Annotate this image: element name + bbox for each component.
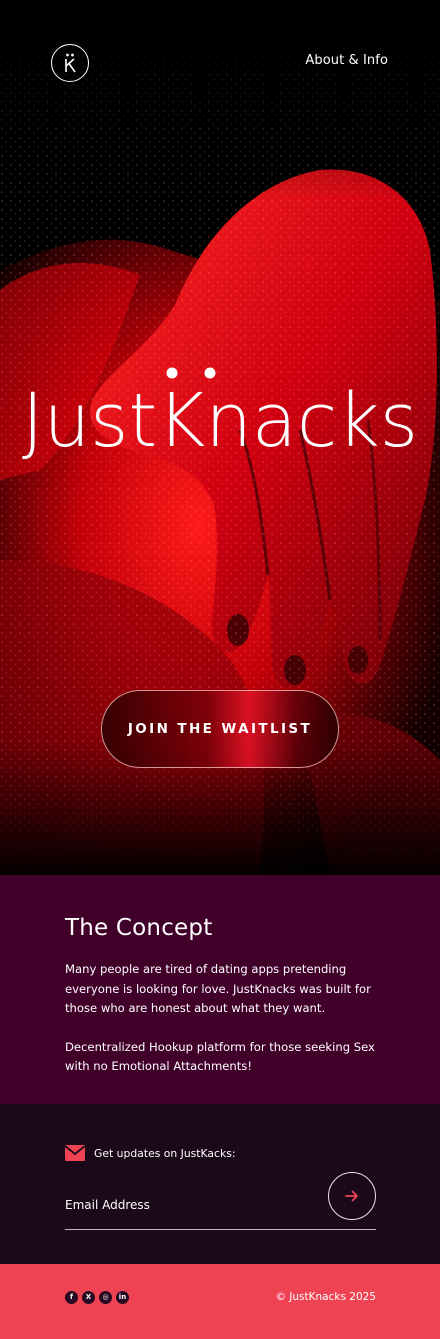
- nav-about-info-link[interactable]: About & Info: [305, 53, 388, 68]
- facebook-glyph: f: [69, 1293, 74, 1301]
- newsletter-heading-row: Get updates on JustKacks:: [65, 1145, 236, 1161]
- brand-wordmark: JustKnacks: [0, 360, 440, 470]
- join-waitlist-label: JOIN THE WAITLIST: [127, 721, 313, 737]
- join-waitlist-button[interactable]: JOIN THE WAITLIST: [101, 690, 339, 768]
- concept-title: The Concept: [65, 915, 213, 941]
- k-monogram-icon: [65, 53, 76, 73]
- brand-dot-right: [204, 367, 216, 379]
- facebook-icon[interactable]: f: [65, 1291, 78, 1304]
- x-icon[interactable]: X: [82, 1291, 95, 1304]
- copyright-text: © JustKnacks 2025: [275, 1291, 376, 1303]
- mail-icon: [65, 1145, 85, 1161]
- concept-paragraph-1: Many people are tired of dating apps pre…: [65, 962, 371, 1015]
- email-submit-button[interactable]: [328, 1172, 376, 1220]
- hero-section: About & Info JustKnacks JOIN THE WAITLIS…: [0, 0, 440, 875]
- x-glyph: X: [85, 1293, 92, 1301]
- concept-section: The Concept Many people are tired of dat…: [0, 875, 440, 1104]
- k-monogram-logo[interactable]: [51, 44, 89, 82]
- instagram-icon[interactable]: ◎: [99, 1291, 112, 1304]
- instagram-glyph: ◎: [102, 1293, 109, 1301]
- newsletter-heading: Get updates on JustKacks:: [94, 1146, 236, 1160]
- newsletter-section: Get updates on JustKacks:: [0, 1104, 440, 1264]
- arrow-right-icon: [345, 1190, 358, 1202]
- social-links: f X ◎ in: [65, 1291, 129, 1304]
- linkedin-glyph: in: [118, 1293, 127, 1301]
- concept-paragraph-2: Decentralized Hookup platform for those …: [65, 1039, 375, 1074]
- brand-name: JustKnacks: [22, 378, 418, 464]
- footer: f X ◎ in © JustKnacks 2025: [0, 1264, 440, 1339]
- brand-dot-left: [166, 367, 178, 379]
- linkedin-icon[interactable]: in: [116, 1291, 129, 1304]
